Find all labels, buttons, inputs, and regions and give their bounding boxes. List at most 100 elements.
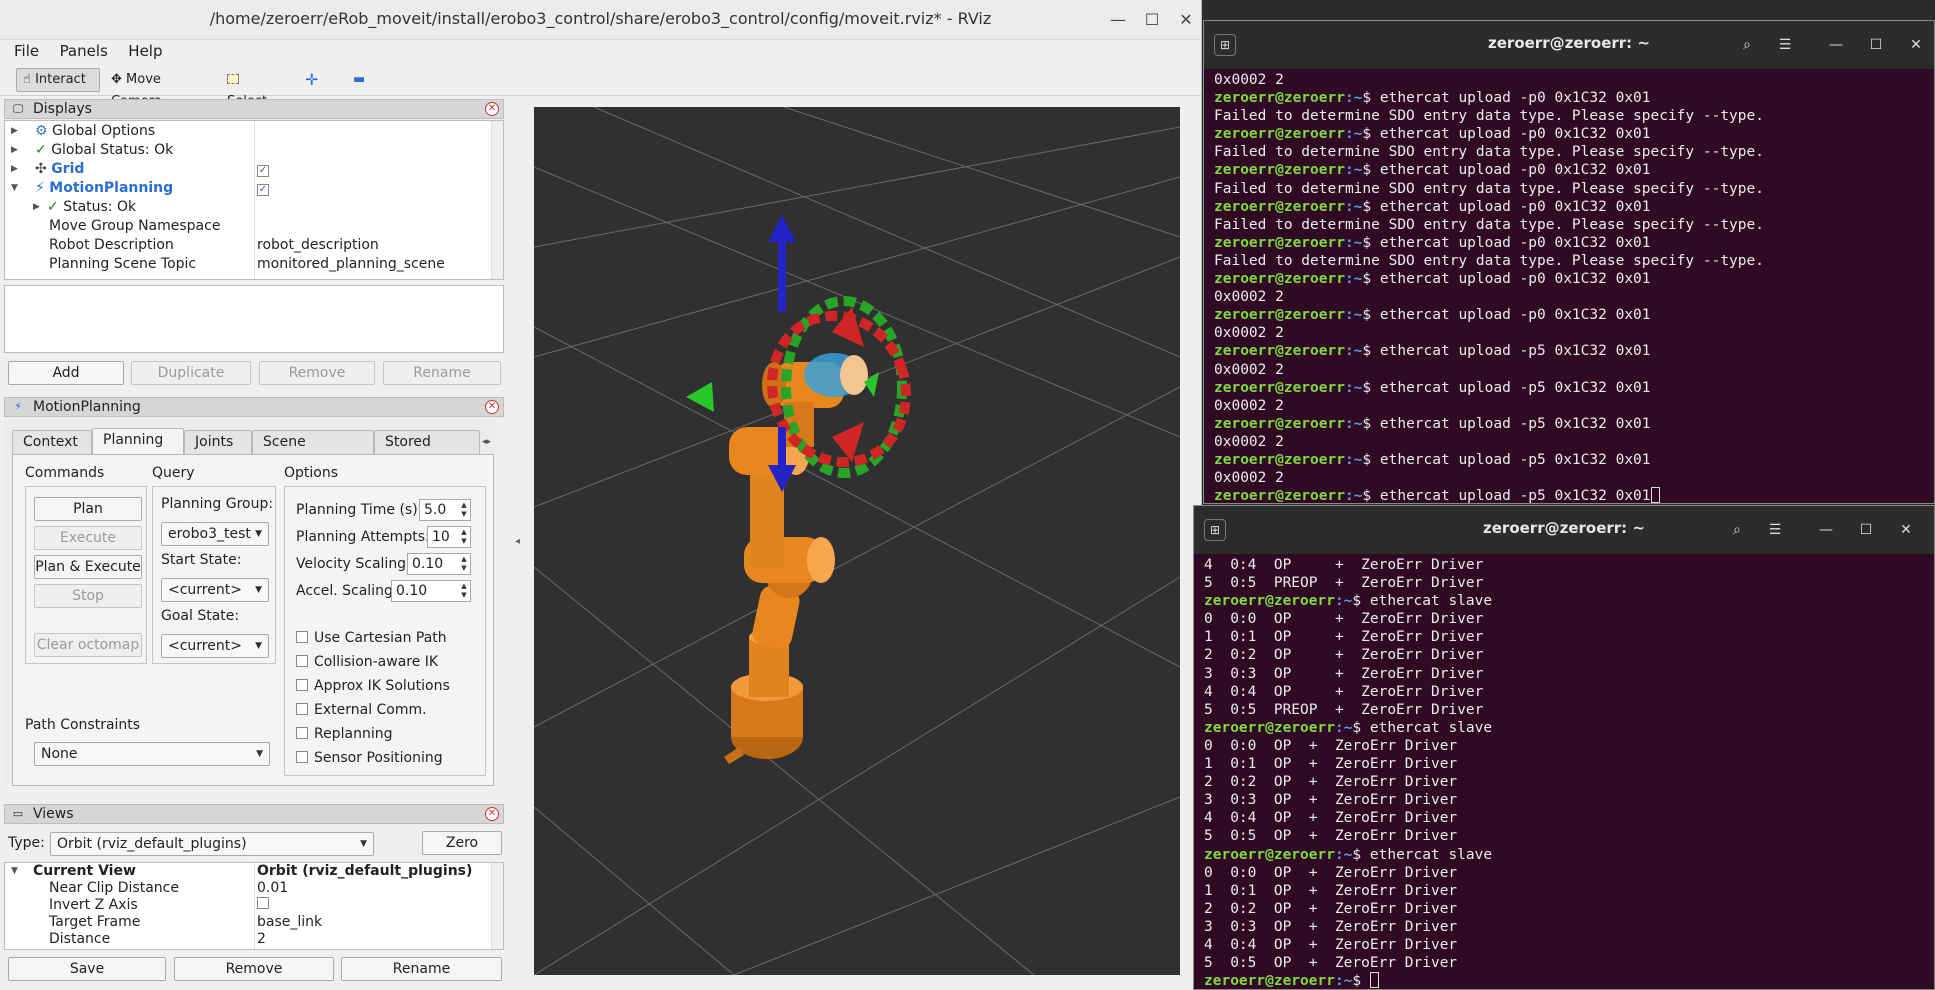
search-icon[interactable]: ⌕ (1724, 517, 1750, 543)
terminal-window-1[interactable]: ⊞ zeroerr@zeroerr: ~ ⌕ ☰ — ☐ ✕ 0x0002 2z… (1203, 20, 1935, 504)
expand-arrow-icon[interactable]: ▶ (33, 198, 40, 217)
stop-button[interactable]: Stop (34, 584, 142, 608)
tree-item-grid[interactable]: ▶ ✣ Grid (11, 160, 84, 179)
start-state-select[interactable]: <current> ▼ (161, 578, 269, 602)
tree-item-move-group-namespace[interactable]: Move Group Namespace (49, 217, 220, 236)
maximize-icon[interactable]: ☐ (1863, 32, 1889, 58)
spin-down-icon[interactable]: ▼ (459, 591, 469, 600)
menu-help[interactable]: Help (120, 40, 170, 62)
tab-planning[interactable]: Planning (92, 428, 184, 454)
execute-button[interactable]: Execute (34, 526, 142, 550)
tree-item-target-frame[interactable]: Target Frame (49, 914, 140, 931)
tab-joints[interactable]: Joints (184, 430, 252, 454)
distance-value[interactable]: 2 (257, 931, 266, 948)
motionplanning-enabled-checkbox[interactable]: ✓ (257, 179, 269, 198)
goal-state-select[interactable]: <current> ▼ (161, 634, 269, 658)
close-icon[interactable]: ✕ (1893, 517, 1919, 543)
target-frame-value[interactable]: base_link (257, 914, 322, 931)
planning-time-spinbox[interactable]: 5.0 ▲ ▼ (419, 499, 471, 521)
external-comm-checkbox[interactable]: External Comm. (296, 702, 427, 718)
view-type-select[interactable]: Orbit (rviz_default_plugins) ▼ (50, 832, 374, 856)
terminal-2-output[interactable]: 4 0:4 OP + ZeroErr Driver 5 0:5 PREOP + Z… (1194, 554, 1934, 989)
path-constraints-select[interactable]: None ▼ (34, 742, 270, 766)
tree-item-current-view[interactable]: ▼ Current View (11, 863, 136, 880)
remove-view-button[interactable]: Remove (174, 957, 334, 981)
planning-group-select[interactable]: erobo3_test ▼ (161, 522, 269, 546)
expand-arrow-icon[interactable]: ▶ (11, 160, 18, 179)
collapse-panel-icon[interactable]: ◂ (515, 536, 520, 547)
grid-enabled-checkbox[interactable]: ✓ (257, 160, 269, 179)
minimize-icon[interactable]: — (1104, 6, 1132, 34)
close-icon[interactable]: ✕ (1172, 6, 1200, 34)
spin-up-icon[interactable]: ▲ (459, 501, 469, 510)
planning-scene-topic-value[interactable]: monitored_planning_scene (257, 255, 445, 274)
remove-tool-icon[interactable]: ▬ (346, 68, 372, 92)
menu-file[interactable]: File (6, 40, 47, 62)
maximize-icon[interactable]: ☐ (1138, 6, 1166, 34)
interact-tool-button[interactable]: ☝ Interact (16, 68, 100, 92)
use-cartesian-path-checkbox[interactable]: Use Cartesian Path (296, 630, 447, 646)
tab-scene-objects[interactable]: Scene Objects (252, 430, 374, 472)
tree-item-near-clip[interactable]: Near Clip Distance (49, 880, 179, 897)
maximize-icon[interactable]: ☐ (1853, 517, 1879, 543)
rename-view-button[interactable]: Rename (341, 957, 502, 981)
close-panel-icon[interactable]: ✕ (485, 400, 499, 414)
collapse-arrow-icon[interactable]: ▼ (11, 863, 18, 880)
near-clip-value[interactable]: 0.01 (257, 880, 288, 897)
robot-description-value[interactable]: robot_description (257, 236, 379, 255)
terminal-window-2[interactable]: ⊞ zeroerr@zeroerr: ~ ⌕ ☰ — ☐ ✕ 4 0:4 OP … (1193, 505, 1935, 990)
tree-item-planning-scene-topic[interactable]: Planning Scene Topic (49, 255, 196, 274)
add-tool-icon[interactable]: ✛ (298, 68, 324, 92)
zero-view-button[interactable]: Zero (422, 831, 502, 855)
rviz-titlebar[interactable]: /home/zeroerr/eRob_moveit/install/erobo3… (0, 0, 1201, 40)
tab-stored-scene[interactable]: Stored Scene (374, 430, 480, 454)
collapse-arrow-icon[interactable]: ▼ (11, 179, 18, 198)
tree-item-distance[interactable]: Distance (49, 931, 110, 948)
sensor-positioning-checkbox[interactable]: Sensor Positioning (296, 750, 443, 766)
approx-ik-checkbox[interactable]: Approx IK Solutions (296, 678, 450, 694)
interactive-marker[interactable] (686, 215, 926, 492)
add-display-button[interactable]: Add (8, 361, 124, 385)
tree-item-status[interactable]: ▶ ✓ Status: Ok (33, 198, 136, 217)
collision-aware-ik-checkbox[interactable]: Collision-aware IK (296, 654, 438, 670)
close-panel-icon[interactable]: ✕ (485, 807, 499, 821)
expand-arrow-icon[interactable]: ▶ (11, 141, 18, 160)
tree-item-global-status[interactable]: ▶ ✓ Global Status: Ok (11, 141, 173, 160)
expand-arrow-icon[interactable]: ▶ (11, 122, 18, 141)
spin-down-icon[interactable]: ▼ (459, 510, 469, 519)
rename-display-button[interactable]: Rename (383, 361, 501, 385)
velocity-scaling-spinbox[interactable]: 0.10 ▲ ▼ (407, 553, 471, 575)
hamburger-menu-icon[interactable]: ☰ (1762, 517, 1788, 543)
minimize-icon[interactable]: — (1813, 517, 1839, 543)
menu-panels[interactable]: Panels (52, 40, 116, 62)
tab-scroll-icon[interactable]: ◂▸ (482, 432, 494, 452)
tab-context[interactable]: Context (12, 430, 92, 454)
views-scrollbar[interactable] (491, 863, 503, 949)
spin-down-icon[interactable]: ▼ (459, 564, 469, 573)
terminal-1-titlebar[interactable]: ⊞ zeroerr@zeroerr: ~ ⌕ ☰ — ☐ ✕ (1204, 21, 1934, 69)
spin-up-icon[interactable]: ▲ (459, 555, 469, 564)
tree-item-global-options[interactable]: ▶ ⚙ Global Options (11, 122, 155, 141)
tree-item-invert-z[interactable]: Invert Z Axis (49, 897, 138, 914)
invert-z-checkbox[interactable] (257, 897, 269, 914)
3d-viewport[interactable] (534, 107, 1180, 975)
accel-scaling-spinbox[interactable]: 0.10 ▲ ▼ (391, 580, 471, 602)
minimize-icon[interactable]: — (1823, 32, 1849, 58)
search-icon[interactable]: ⌕ (1734, 32, 1760, 58)
move-camera-tool-button[interactable]: ✥ Move Camera (104, 68, 204, 109)
displays-scrollbar[interactable] (491, 121, 503, 279)
replanning-checkbox[interactable]: Replanning (296, 726, 392, 742)
terminal-2-titlebar[interactable]: ⊞ zeroerr@zeroerr: ~ ⌕ ☰ — ☐ ✕ (1194, 506, 1934, 554)
clear-octomap-button[interactable]: Clear octomap (34, 633, 142, 657)
close-panel-icon[interactable]: ✕ (485, 102, 499, 116)
duplicate-display-button[interactable]: Duplicate (131, 361, 251, 385)
save-view-button[interactable]: Save (8, 957, 166, 981)
planning-attempts-spinbox[interactable]: 10 ▲ ▼ (427, 526, 471, 548)
tree-item-motionplanning[interactable]: ▼ ⚡ MotionPlanning (11, 179, 173, 198)
close-icon[interactable]: ✕ (1903, 32, 1929, 58)
tree-item-robot-description[interactable]: Robot Description (49, 236, 174, 255)
plan-button[interactable]: Plan (34, 497, 142, 521)
spin-up-icon[interactable]: ▲ (459, 528, 469, 537)
spin-down-icon[interactable]: ▼ (459, 537, 469, 546)
select-tool-button[interactable]: Select (220, 68, 284, 109)
